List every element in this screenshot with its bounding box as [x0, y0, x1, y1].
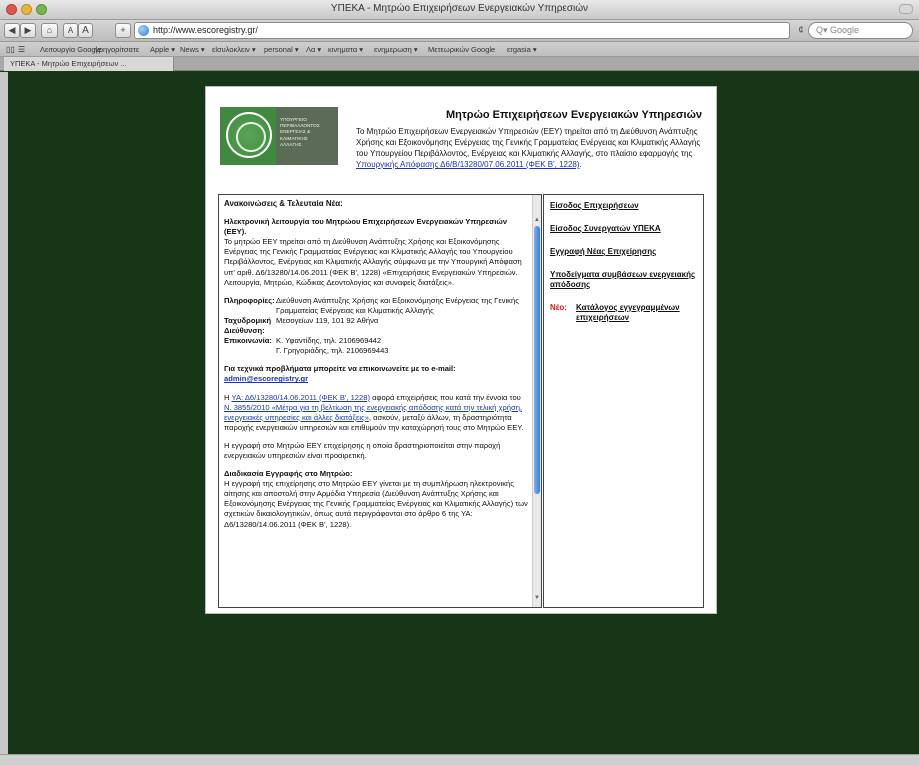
book-icon[interactable]: ▯▯	[6, 45, 15, 54]
companies-login-link[interactable]: Είσοδος Επιχειρήσεων	[550, 201, 700, 211]
status-bar	[0, 754, 919, 765]
info-label: Πληροφορίες:	[224, 295, 275, 305]
bookmark-item[interactable]: News ▾	[180, 45, 205, 54]
news-body: Το μητρώο ΕΕΥ τηρείται από τη Διεύθυνση …	[224, 237, 522, 287]
bookmark-item[interactable]: ενημερωση ▾	[374, 45, 418, 54]
address-bar-url: http://www.escoregistry.gr/	[153, 25, 258, 35]
decision-text-a: Η	[224, 392, 230, 402]
new-company-registration-link[interactable]: Εγγραφή Νέας Επιχείρησης	[550, 247, 700, 257]
announcements-heading: Ανακοινώσεις & Τελευταία Νέα:	[224, 199, 343, 208]
bookmarks-bar: ▯▯ ☰ Λειτουργία Google γρηγορίτσατε Appl…	[0, 42, 919, 57]
partners-login-link[interactable]: Είσοδος Συνεργατών ΥΠΕΚΑ	[550, 224, 700, 234]
bookmark-item[interactable]: Μετεωρικών Google	[428, 45, 495, 54]
procedure-body: Η εγγραφή της επιχείρησης στο Μητρώο ΕΕΥ…	[224, 479, 528, 529]
contact-row: Επικοινωνία: Κ. Υφαντίδης, τηλ. 21069694…	[224, 336, 529, 356]
toolbar-toggle-button[interactable]	[899, 4, 913, 14]
bookmark-item[interactable]: εrgasia ▾	[507, 45, 537, 54]
info-row: Πληροφορίες: Διεύθυνση Ανάπτυξης Χρήσης …	[224, 296, 529, 316]
scroll-down-icon[interactable]: ▼	[534, 595, 540, 601]
new-badge: Νέο:	[550, 303, 567, 312]
links-frame: Είσοδος Επιχειρήσεων Είσοδος Συνεργατών …	[543, 194, 704, 608]
reload-button[interactable]: ¢	[794, 23, 808, 38]
decision-paragraph: Η ΥΑ: Δ6/13280/14.06.2011 (ΦΕΚ Β', 1228)…	[224, 393, 529, 433]
registry-page-card: ΥΠΟΥΡΓΕΙΟ ΠΕΡΙΒΑΛΛΟΝΤΟΣ ΕΝΕΡΓΕΙΑΣ & ΚΛΙΜ…	[205, 86, 717, 614]
announcements-frame: Ανακοινώσεις & Τελευταία Νέα: Ηλεκτρονικ…	[218, 194, 542, 608]
ministry-logo[interactable]: ΥΠΟΥΡΓΕΙΟ ΠΕΡΙΒΑΛΛΟΝΤΟΣ ΕΝΕΡΓΕΙΑΣ & ΚΛΙΜ…	[220, 107, 338, 165]
add-bookmark-button[interactable]: +	[115, 23, 131, 38]
active-tab[interactable]: ΥΠΕΚΑ - Μητρώο Επιχειρήσεων ...	[4, 57, 174, 71]
announcements-scrollbar[interactable]: ▲ ▼	[532, 195, 541, 607]
address-label: Ταχυδρομική Διεύθυνση:	[224, 315, 272, 336]
procedure-title: Διαδικασία Εγγραφής στο Μητρώο:	[224, 469, 353, 479]
decision-link[interactable]: ΥΑ: Δ6/13280/14.06.2011 (ΦΕΚ Β', 1228)	[231, 393, 370, 402]
optional-registration-text: Η εγγραφή στο Μητρώο ΕΕΥ επιχείρησης η ο…	[224, 440, 501, 460]
bookmark-item[interactable]: Apple ▾	[150, 45, 175, 54]
bookmark-item[interactable]: Λειτουργία Google	[40, 45, 101, 54]
page-left-edge	[0, 72, 8, 765]
contact-label: Επικοινωνία:	[224, 336, 272, 346]
tech-support-title: Για τεχνικά προβλήματα μπορείτε να επικο…	[224, 364, 456, 374]
navigation-toolbar: ◀ ▶ ⌂ A A + http://www.escoregistry.gr/ …	[0, 20, 919, 42]
scroll-thumb[interactable]	[534, 226, 540, 494]
intro-body: Το Μητρώο Επιχειρήσεων Ενεργειακών Υπηρε…	[356, 127, 701, 158]
title-bar: ΥΠΕΚΑ - Μητρώο Επιχειρήσεων Ενεργειακών …	[0, 0, 919, 20]
contact-person-2: Γ. Γρηγοριάδης, τηλ. 2106969443	[276, 346, 389, 356]
scroll-up-icon[interactable]: ▲	[534, 217, 540, 223]
decision-text-b: αφορά επιχειρήσεις που κατά την έννοια τ…	[372, 392, 521, 402]
address-value: Μεσογείων 119, 101 92 Αθήνα	[276, 315, 379, 325]
bookmark-item[interactable]: κινηματα ▾	[328, 45, 363, 54]
bookmark-item[interactable]: γρηγορίτσατε	[95, 45, 139, 54]
back-button[interactable]: ◀	[4, 23, 20, 38]
news-title: Ηλεκτρονική λειτουργία του Μητρώου Επιχε…	[224, 217, 508, 237]
registered-companies-link[interactable]: Κατάλογος εγγεγραμμένων επιχειρήσεων	[576, 303, 700, 323]
forward-button[interactable]: ▶	[20, 23, 36, 38]
text-bigger-button[interactable]: A	[78, 23, 93, 38]
search-field[interactable]: Q▾ Google	[808, 22, 913, 39]
announcements-content: Ανακοινώσεις & Τελευταία Νέα: Ηλεκτρονικ…	[224, 199, 529, 530]
bookmark-item[interactable]: Λα ▾	[306, 45, 321, 54]
bookmark-item[interactable]: εlσυλοκλειν ▾	[212, 45, 256, 54]
address-row: Ταχυδρομική Διεύθυνση: Μεσογείων 119, 10…	[224, 316, 529, 336]
ministry-emblem-icon	[226, 112, 272, 158]
text-smaller-button[interactable]: A	[63, 23, 78, 38]
browser-window: ΥΠΕΚΑ - Μητρώο Επιχειρήσεων Ενεργειακών …	[0, 0, 919, 765]
new-item-row: Νέο: Κατάλογος εγγεγραμμένων επιχειρήσεω…	[550, 303, 700, 323]
tech-support-email-link[interactable]: admin@escoregistry.gr	[224, 374, 529, 384]
menu-icon[interactable]: ☰	[18, 45, 25, 54]
intro-decision-link[interactable]: Υπουργικής Απόφασης Δ6/Β/13280/07.06.201…	[356, 160, 580, 169]
page-title: Μητρώο Επιχειρήσεων Ενεργειακών Υπηρεσιώ…	[446, 109, 702, 121]
intro-end: .	[579, 160, 582, 169]
globe-icon	[138, 25, 149, 36]
home-button[interactable]: ⌂	[41, 23, 58, 38]
contract-templates-link[interactable]: Υποδείγματα συμβάσεων ενεργειακής απόδοσ…	[550, 270, 700, 290]
window-title: ΥΠΕΚΑ - Μητρώο Επιχειρήσεων Ενεργειακών …	[330, 3, 589, 14]
links-content: Είσοδος Επιχειρήσεων Είσοδος Συνεργατών …	[550, 201, 700, 323]
contact-value: Κ. Υφαντίδης, τηλ. 2106969442 Γ. Γρηγορι…	[276, 336, 529, 356]
contact-person-1: Κ. Υφαντίδης, τηλ. 2106969442	[276, 336, 382, 346]
info-value: Διεύθυνση Ανάπτυξης Χρήσης και Εξοικονόμ…	[276, 295, 519, 315]
ministry-logo-text: ΥΠΟΥΡΓΕΙΟ ΠΕΡΙΒΑΛΛΟΝΤΟΣ ΕΝΕΡΓΕΙΑΣ & ΚΛΙΜ…	[276, 107, 338, 165]
tab-bar: ΥΠΕΚΑ - Μητρώο Επιχειρήσεων ...	[0, 57, 919, 71]
address-bar[interactable]: http://www.escoregistry.gr/	[134, 22, 790, 39]
intro-text: Το Μητρώο Επιχειρήσεων Ενεργειακών Υπηρε…	[356, 126, 706, 170]
bookmark-item[interactable]: personal ▾	[264, 45, 299, 54]
